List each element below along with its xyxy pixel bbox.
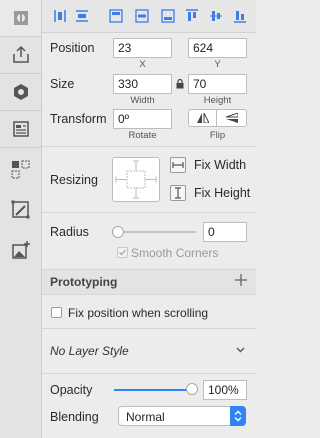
position-y-field[interactable] <box>188 38 247 58</box>
up-down-arrows-icon <box>234 410 242 422</box>
distribute-horizontal-icon <box>54 10 66 22</box>
align-vmiddle-button[interactable] <box>208 7 224 25</box>
opacity-label: Opacity <box>50 383 93 397</box>
transform-label: Transform <box>50 112 107 126</box>
edit-button[interactable] <box>0 192 41 228</box>
inspector-tab-button[interactable] <box>0 0 41 36</box>
fix-height-toggle[interactable] <box>170 185 186 201</box>
add-prototyping-button[interactable] <box>234 273 248 289</box>
radius-slider-knob[interactable] <box>112 226 124 238</box>
flip-horizontal-button[interactable] <box>188 109 217 127</box>
y-caption: Y <box>214 59 221 70</box>
align-columns-bottom-icon <box>234 11 246 23</box>
chevron-down-icon <box>236 347 245 353</box>
flip-vertical-button[interactable] <box>216 109 247 127</box>
layer-style-selector[interactable]: No Layer Style <box>42 330 256 372</box>
inspector-panel: Position X Y Size Width Height Transform… <box>42 0 256 438</box>
blending-label: Blending <box>50 410 99 424</box>
distribute-vertical-icon <box>76 10 88 22</box>
smooth-corners-label: Smooth Corners <box>131 246 219 260</box>
align-center-button[interactable] <box>134 7 150 25</box>
alignment-toolbar <box>42 0 256 33</box>
opacity-slider-knob[interactable] <box>186 383 198 395</box>
width-field[interactable] <box>113 74 172 94</box>
size-label: Size <box>50 77 75 91</box>
fix-position-checkbox[interactable] <box>51 307 62 318</box>
opacity-slider-track[interactable] <box>114 389 192 391</box>
align-columns-top-icon <box>186 9 198 21</box>
align-vbottom-button[interactable] <box>232 7 248 25</box>
export-button[interactable] <box>0 37 41 73</box>
distribute-horizontal-button[interactable] <box>52 7 68 25</box>
height-field[interactable] <box>188 74 247 94</box>
fix-position-label: Fix position when scrolling <box>68 306 209 320</box>
fix-width-label: Fix Width <box>194 158 247 172</box>
hexagon-icon <box>13 84 28 100</box>
constraints-diagram-icon <box>115 160 157 199</box>
text-style-button[interactable] <box>0 111 41 147</box>
fix-width-toggle[interactable] <box>170 157 186 173</box>
plus-icon <box>235 274 247 286</box>
opacity-field[interactable] <box>203 380 247 400</box>
rotate-field[interactable] <box>113 109 172 129</box>
fix-width-icon <box>172 162 184 168</box>
position-label: Position <box>50 41 95 55</box>
share-upload-icon <box>12 45 29 63</box>
inspector-icon <box>13 11 28 25</box>
rotate-caption: Rotate <box>128 130 157 141</box>
smooth-corners-checkbox[interactable] <box>117 247 128 258</box>
prototyping-section-header: Prototyping <box>42 270 256 294</box>
edit-pencil-icon <box>11 200 29 219</box>
align-bottom-edge-icon <box>161 9 175 23</box>
add-image-button[interactable] <box>0 232 41 268</box>
prototyping-title: Prototyping <box>50 275 118 289</box>
lock-icon <box>176 78 184 89</box>
resizing-constraints-widget[interactable] <box>112 157 160 202</box>
flip-caption: Flip <box>209 130 226 141</box>
align-top-button[interactable] <box>184 7 200 25</box>
fix-height-icon <box>175 187 181 199</box>
resizing-label: Resizing <box>50 173 98 187</box>
lock-proportions-toggle[interactable] <box>176 78 184 92</box>
dropdown-arrow[interactable] <box>230 406 246 426</box>
radius-field[interactable] <box>203 222 247 242</box>
width-caption: Width <box>130 95 155 106</box>
align-left-button[interactable] <box>108 7 124 25</box>
align-bottom-button[interactable] <box>160 7 176 25</box>
symbol-button[interactable] <box>0 74 41 110</box>
align-top-edge-icon <box>109 9 123 23</box>
checkmark-icon <box>119 249 127 256</box>
flip-horizontal-icon <box>197 113 209 123</box>
height-caption: Height <box>203 95 232 106</box>
layer-style-value: No Layer Style <box>50 344 129 358</box>
tool-rail <box>0 0 42 438</box>
flip-vertical-icon <box>226 113 238 123</box>
components-icon <box>11 160 29 179</box>
position-x-field[interactable] <box>113 38 172 58</box>
radius-slider-track[interactable] <box>118 231 196 233</box>
fix-height-label: Fix Height <box>194 186 251 200</box>
image-plus-icon <box>11 241 30 259</box>
align-columns-middle-icon <box>210 11 222 21</box>
blending-dropdown[interactable]: Normal <box>118 406 246 426</box>
align-middle-icon <box>135 9 149 23</box>
x-caption: X <box>139 59 146 70</box>
component-button[interactable] <box>0 152 41 188</box>
document-lines-icon <box>12 121 29 137</box>
radius-label: Radius <box>50 225 89 239</box>
blending-value: Normal <box>126 410 165 424</box>
distribute-vertical-button[interactable] <box>74 7 90 25</box>
